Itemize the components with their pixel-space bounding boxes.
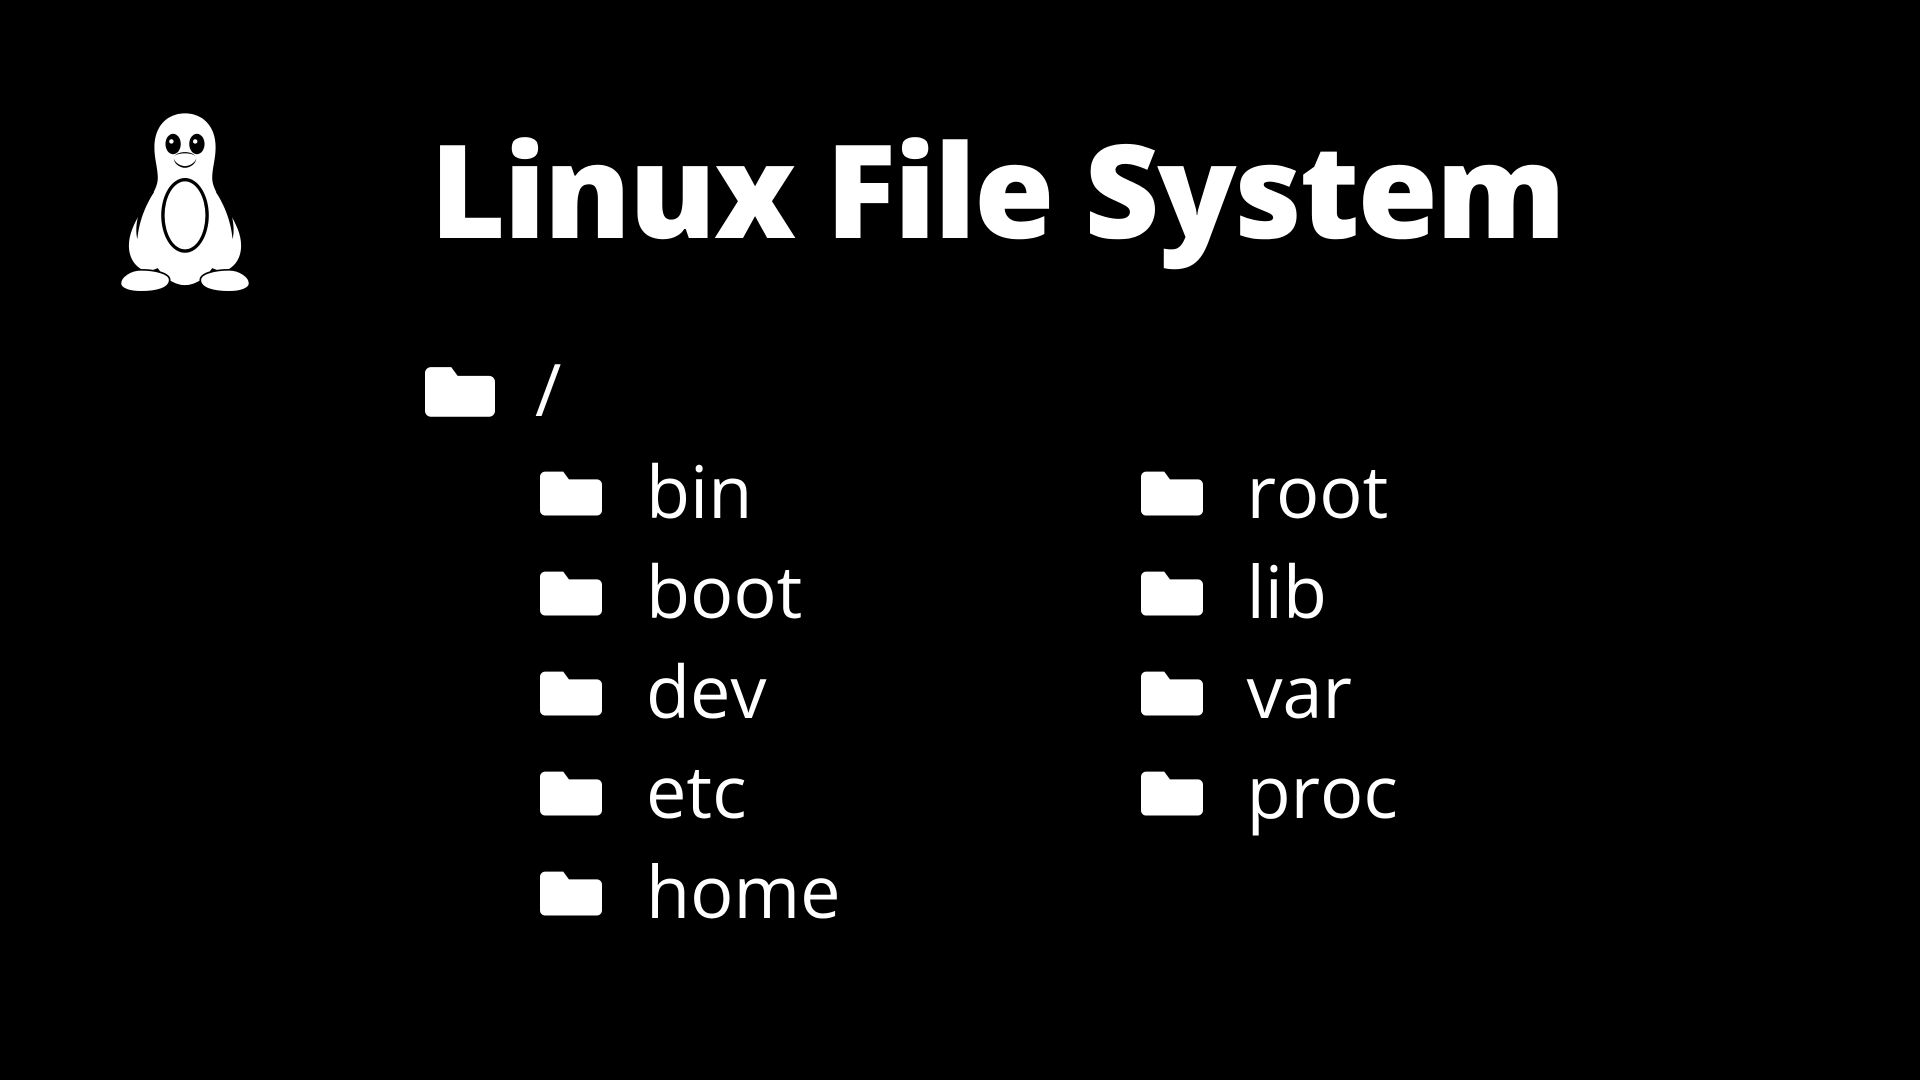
- folder-icon: [540, 766, 602, 816]
- folder-item-root: root: [1141, 455, 1398, 527]
- folder-icon: [540, 866, 602, 916]
- folder-icon: [540, 566, 602, 616]
- folder-icon: [425, 361, 495, 417]
- folder-label: bin: [646, 455, 752, 527]
- folder-item-boot: boot: [540, 555, 841, 627]
- root-directory-label: /: [535, 340, 561, 438]
- folder-item-bin: bin: [540, 455, 841, 527]
- folder-icon: [540, 666, 602, 716]
- folder-icon: [540, 466, 602, 516]
- folder-icon: [1141, 466, 1203, 516]
- folder-icon: [1141, 766, 1203, 816]
- folder-label: proc: [1247, 755, 1398, 827]
- folder-item-dev: dev: [540, 655, 841, 727]
- folder-label: dev: [646, 655, 766, 727]
- folder-column-right: root lib var proc: [1141, 455, 1398, 927]
- folder-label: root: [1247, 455, 1389, 527]
- folder-label: home: [646, 855, 841, 927]
- page-title: Linux File System: [430, 100, 1564, 277]
- folder-label: lib: [1247, 555, 1327, 627]
- folder-icon: [1141, 666, 1203, 716]
- folder-item-lib: lib: [1141, 555, 1398, 627]
- folder-column-left: bin boot dev etc home: [540, 455, 841, 927]
- tux-icon: [100, 110, 270, 290]
- folder-item-etc: etc: [540, 755, 841, 827]
- root-directory-row: /: [425, 340, 561, 438]
- folder-label: etc: [646, 755, 747, 827]
- folder-icon: [1141, 566, 1203, 616]
- folder-item-proc: proc: [1141, 755, 1398, 827]
- folder-item-var: var: [1141, 655, 1398, 727]
- folder-item-home: home: [540, 855, 841, 927]
- folder-label: boot: [646, 555, 802, 627]
- folder-label: var: [1247, 655, 1352, 727]
